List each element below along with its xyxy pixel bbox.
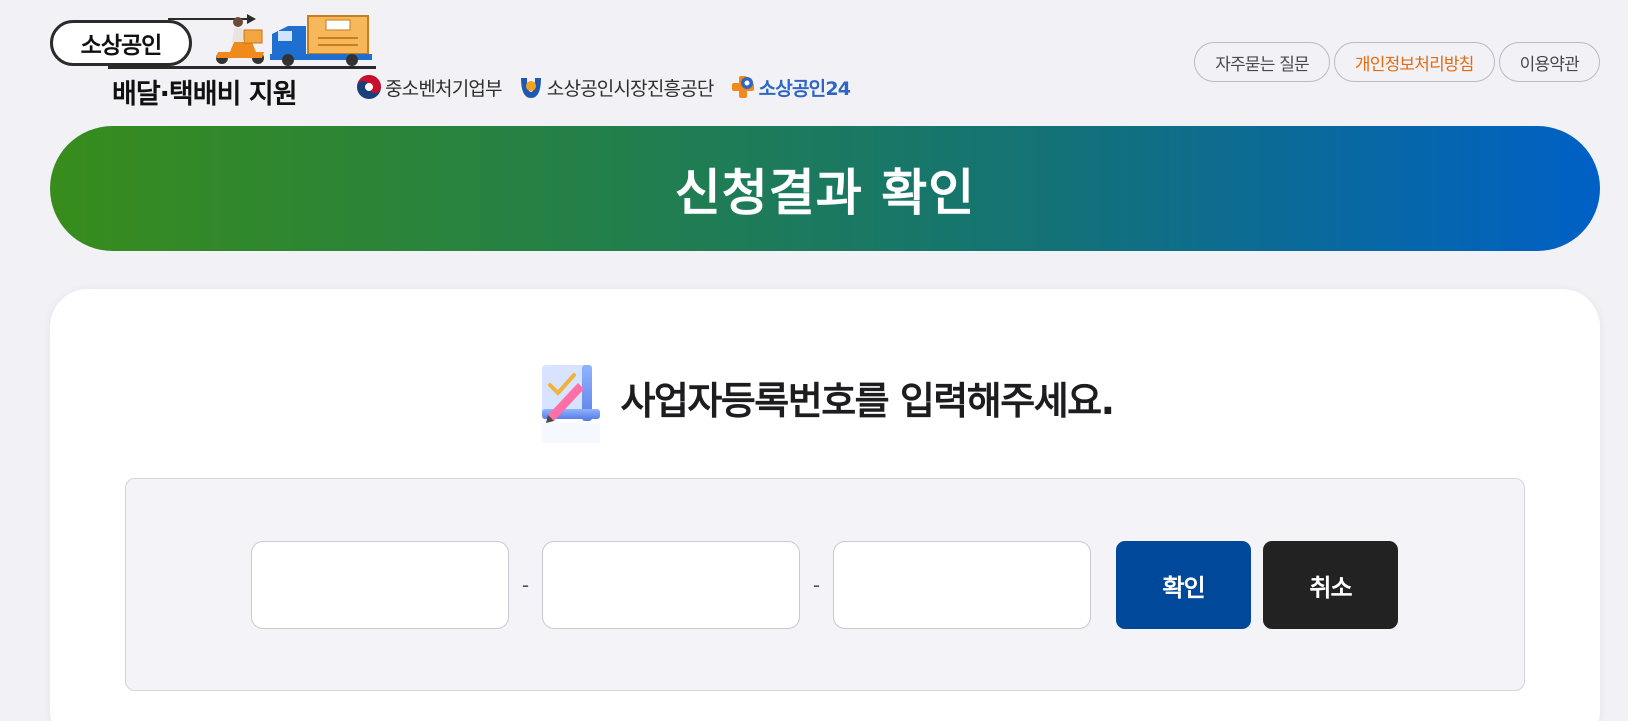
- partner-ministry-label: 중소벤처기업부: [385, 77, 503, 100]
- business-number-part2-input[interactable]: [542, 541, 800, 629]
- prompt-heading: 사업자등록번호를 입력해주세요.: [620, 378, 1115, 423]
- partner-sbiz24-name: 소상공인: [758, 77, 827, 100]
- site-logo[interactable]: 소상공인 배달·택배비 지원: [48, 14, 376, 110]
- terms-link[interactable]: 이용약관: [1498, 42, 1600, 82]
- separator: -: [812, 573, 821, 597]
- separator: -: [521, 573, 530, 597]
- form-pencil-icon: [542, 365, 601, 443]
- confirm-button[interactable]: 확인: [1116, 541, 1251, 629]
- delivery-truck-icon: [270, 15, 372, 66]
- semas-emblem-icon: [520, 78, 541, 98]
- sbiz24-emblem-icon: [731, 76, 754, 98]
- logo-sub-text: 배달·택배비 지원: [112, 79, 298, 110]
- partner-semas-label: 소상공인시장진흥공단: [546, 77, 715, 100]
- logo-main-text: 소상공인: [50, 20, 192, 66]
- partner-sbiz24-number: 24: [825, 77, 851, 100]
- business-number-part1-input[interactable]: [251, 541, 509, 629]
- delivery-scooter-icon: [216, 17, 264, 64]
- partner-sbiz24: 소상공인24: [730, 74, 851, 101]
- prompt-row: 사업자등록번호를 입력해주세요.: [50, 359, 1600, 445]
- top-links: 자주묻는 질문 개인정보처리방침 이용약관: [1194, 42, 1600, 82]
- business-number-form: - - 확인 취소: [251, 541, 1398, 629]
- business-number-part3-input[interactable]: [833, 541, 1091, 629]
- main-card: 사업자등록번호를 입력해주세요. - - 확인 취소: [50, 289, 1600, 721]
- partner-sbiz24-label: 소상공인24: [759, 74, 851, 101]
- taegeuk-emblem-icon: [357, 75, 381, 99]
- privacy-policy-link[interactable]: 개인정보처리방침: [1333, 42, 1495, 82]
- title-banner: 신청결과 확인: [50, 126, 1600, 251]
- partner-logos: 중소벤처기업부 소상공인시장진흥공단 소상공인24: [356, 70, 851, 104]
- faq-link[interactable]: 자주묻는 질문: [1194, 42, 1330, 82]
- cancel-button[interactable]: 취소: [1263, 541, 1398, 629]
- logo-underline: [108, 66, 376, 69]
- input-panel: - - 확인 취소: [125, 478, 1525, 691]
- page: 소상공인 배달·택배비 지원 중소벤처기업부 소상공인시장진흥공단 소상공인24…: [0, 0, 1628, 721]
- page-title: 신청결과 확인: [674, 163, 976, 222]
- partner-ministry: 중소벤처기업부: [356, 74, 503, 101]
- partner-semas: 소상공인시장진흥공단: [518, 74, 714, 101]
